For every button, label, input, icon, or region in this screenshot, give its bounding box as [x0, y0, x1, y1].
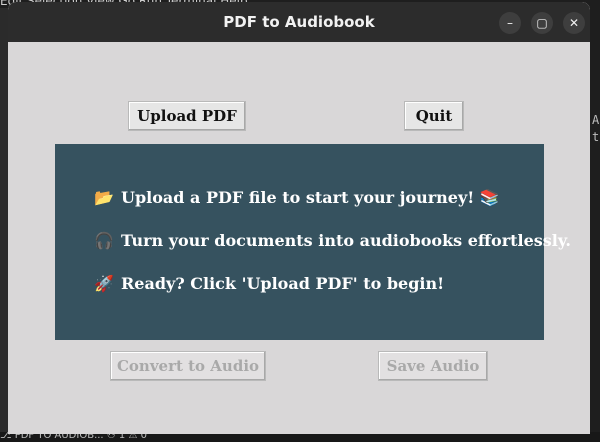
welcome-line-upload: 📂 Upload a PDF file to start your journey… — [94, 188, 500, 207]
save-audio-button[interactable]: Save Audio — [378, 351, 488, 381]
welcome-line-text: Turn your documents into audiobooks effo… — [121, 231, 571, 250]
welcome-line-text: Ready? Click 'Upload PDF' to begin! — [121, 274, 445, 293]
quit-button[interactable]: Quit — [404, 101, 464, 131]
headphones-icon: 🎧 — [94, 231, 114, 250]
background-editor-edge — [590, 8, 600, 432]
minimize-icon[interactable]: – — [499, 12, 521, 34]
welcome-panel: 📂 Upload a PDF file to start your journey… — [55, 144, 571, 340]
app-window: PDF to Audiobook – ▢ ✕ Upload PDF Quit 📂… — [8, 2, 590, 434]
welcome-line-convert: 🎧 Turn your documents into audiobooks eff… — [94, 231, 571, 250]
background-glyph: t — [592, 130, 600, 144]
titlebar[interactable]: PDF to Audiobook – ▢ ✕ — [8, 2, 590, 42]
background-edge-glyphs: A t — [592, 112, 599, 146]
close-icon[interactable]: ✕ — [563, 12, 585, 34]
maximize-icon[interactable]: ▢ — [531, 12, 553, 34]
rocket-icon: 🚀 — [94, 274, 114, 293]
welcome-line-begin: 🚀 Ready? Click 'Upload PDF' to begin! — [94, 274, 444, 293]
welcome-line-text: Upload a PDF file to start your journey!… — [121, 188, 500, 207]
convert-to-audio-button[interactable]: Convert to Audio — [110, 351, 266, 381]
background-glyph: A — [592, 113, 600, 127]
open-folder-icon: 📂 — [94, 188, 114, 207]
upload-pdf-button[interactable]: Upload PDF — [128, 101, 246, 131]
